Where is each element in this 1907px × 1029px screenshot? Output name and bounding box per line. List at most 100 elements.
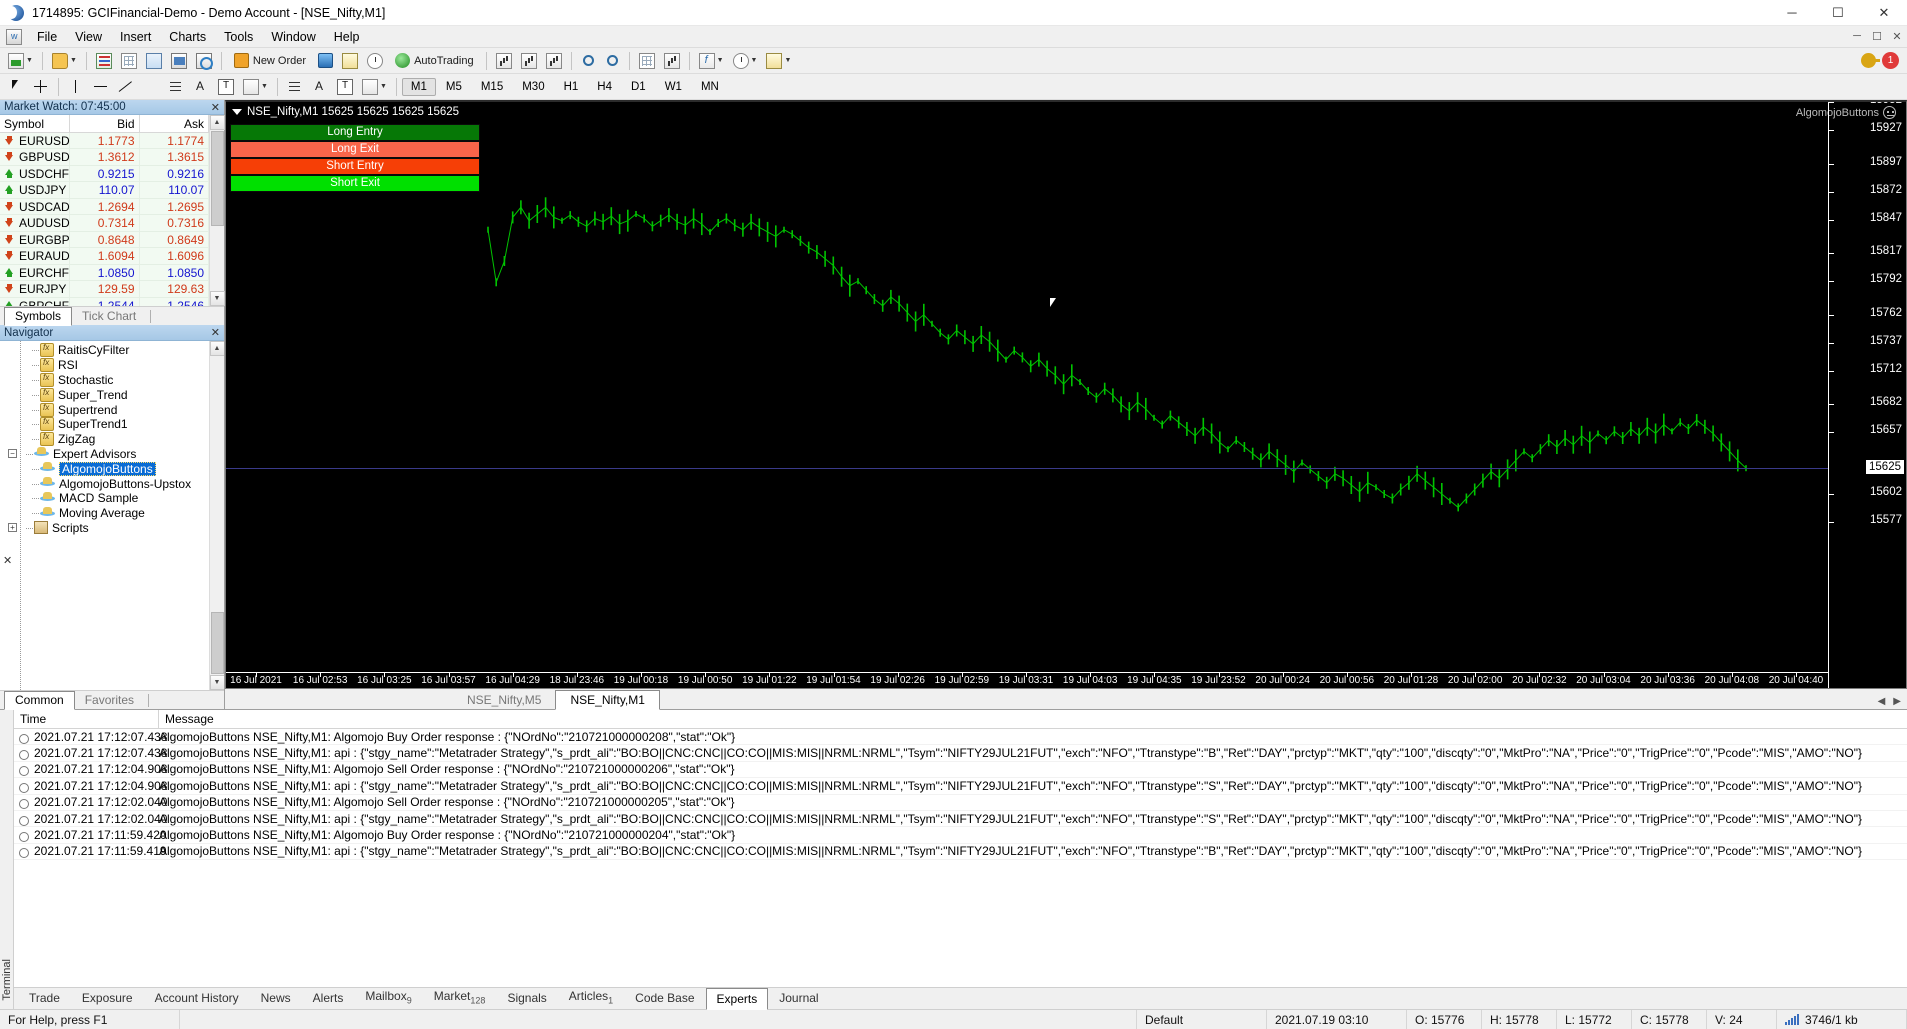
templates-button[interactable]: ▼ <box>762 50 795 72</box>
symbol-cell[interactable]: USDJPY <box>0 181 70 199</box>
crosshair-button[interactable] <box>29 76 53 98</box>
tree-item[interactable]: MACD Sample <box>0 491 209 506</box>
vertical-line-button[interactable] <box>64 76 88 98</box>
table-row[interactable]: GBPCHF 1.2544 1.2546 <box>0 297 209 306</box>
auto-scroll-button[interactable] <box>635 50 659 72</box>
market-watch-scrollbar[interactable]: ▲ ▼ <box>209 115 225 306</box>
column-header-bid[interactable]: Bid <box>69 115 140 133</box>
tree-item[interactable]: SuperTrend1 <box>0 417 209 432</box>
symbol-cell[interactable]: EURAUD <box>0 247 70 265</box>
menu-item-help[interactable]: Help <box>325 28 369 46</box>
metaeditor-button[interactable] <box>314 50 337 72</box>
tree-item[interactable]: AlgomojoButtons-Upstox <box>0 476 209 491</box>
log-row[interactable]: 2021.07.21 17:11:59.420 AlgomojoButtons N… <box>14 827 1907 844</box>
terminal-tab-account-history[interactable]: Account History <box>144 987 250 1009</box>
tree-item[interactable]: Stochastic <box>0 372 209 388</box>
data-window-button[interactable] <box>117 50 141 72</box>
tree-expander[interactable]: − <box>8 449 17 459</box>
autotrading-button[interactable]: AutoTrading <box>388 50 481 72</box>
tree-item[interactable]: Moving Average <box>0 506 209 521</box>
menu-item-view[interactable]: View <box>66 28 111 46</box>
table-row[interactable]: USDJPY 110.07 110.07 <box>0 181 209 199</box>
symbol-cell[interactable]: EURUSD <box>0 132 70 150</box>
mdi-close-button[interactable]: ✕ <box>1887 30 1907 43</box>
object-props-button[interactable]: ▼ <box>358 76 391 98</box>
symbol-cell[interactable]: EURJPY <box>0 280 70 298</box>
mdi-maximize-button[interactable]: ☐ <box>1867 30 1887 43</box>
new-order-button[interactable]: New Order <box>227 50 313 72</box>
table-row[interactable]: EURJPY 129.59 129.63 <box>0 280 209 298</box>
symbol-cell[interactable]: USDCHF <box>0 165 70 183</box>
menu-item-window[interactable]: Window <box>262 28 324 46</box>
candlestick-chart-button[interactable] <box>517 50 541 72</box>
symbol-cell[interactable]: EURGBP <box>0 231 70 249</box>
scroll-down-icon[interactable]: ▼ <box>209 675 224 690</box>
text-button[interactable] <box>189 76 213 98</box>
chart-tab-m5[interactable]: NSE_Nifty,M5 <box>453 691 555 709</box>
text-format-button[interactable] <box>308 76 332 98</box>
column-header-symbol[interactable]: Symbol <box>0 115 70 133</box>
time-axis[interactable]: 16 Jul 2021 16 Jul 02:53 16 Jul 03:25 16 Ju… <box>226 672 1828 688</box>
symbol-cell[interactable]: AUDUSD <box>0 214 70 232</box>
fibonacci-button[interactable] <box>164 76 188 98</box>
expert-properties-button[interactable] <box>338 50 362 72</box>
alert-badge[interactable]: 1 <box>1882 52 1899 69</box>
table-row[interactable]: EURGBP 0.8648 0.8649 <box>0 231 209 249</box>
log-row[interactable]: 2021.07.21 17:12:02.040 AlgomojoButtons N… <box>14 811 1907 828</box>
table-row[interactable]: USDCAD 1.2694 1.2695 <box>0 198 209 216</box>
profiles-button[interactable]: ▼ <box>48 50 81 72</box>
scroll-up-icon[interactable]: ▲ <box>209 115 225 131</box>
navigator-close-icon[interactable]: ✕ <box>211 326 220 339</box>
tree-group-scripts[interactable]: + Scripts <box>0 521 209 536</box>
table-row[interactable]: EURUSD 1.1773 1.1774 <box>0 132 209 150</box>
next-tab-icon[interactable]: ▶ <box>1893 696 1901 707</box>
minimize-button[interactable]: ─ <box>1769 0 1815 26</box>
menu-item-charts[interactable]: Charts <box>160 28 215 46</box>
market-watch-close-icon[interactable]: ✕ <box>211 101 220 114</box>
scrollbar-thumb[interactable] <box>210 131 224 227</box>
terminal-button[interactable] <box>167 50 191 72</box>
trendline-button[interactable] <box>114 76 138 98</box>
bar-chart-button[interactable] <box>492 50 516 72</box>
new-chart-button[interactable]: ▼ <box>4 50 37 72</box>
navigator-button[interactable] <box>142 50 166 72</box>
table-row[interactable]: AUDUSD 0.7314 0.7316 <box>0 214 209 232</box>
cursor-button[interactable] <box>4 76 28 98</box>
horizontal-line-button[interactable] <box>89 76 113 98</box>
tab-favorites[interactable]: Favorites <box>75 692 144 709</box>
timeframe-mn[interactable]: MN <box>692 78 728 96</box>
terminal-tab-experts[interactable]: Experts <box>705 988 769 1010</box>
log-row[interactable]: 2021.07.21 17:12:07.438 AlgomojoButtons N… <box>14 745 1907 762</box>
key-icon[interactable] <box>1861 53 1880 68</box>
tab-symbols[interactable]: Symbols <box>4 307 73 326</box>
timeframe-h4[interactable]: H4 <box>588 78 621 96</box>
timeframe-w1[interactable]: W1 <box>656 78 691 96</box>
status-profile[interactable]: Default <box>1137 1009 1267 1029</box>
tree-item[interactable]: RSI <box>0 358 209 373</box>
menu-item-tools[interactable]: Tools <box>215 28 262 46</box>
log-row[interactable]: 2021.07.21 17:11:59.419 AlgomojoButtons N… <box>14 844 1907 861</box>
terminal-tab-articles[interactable]: Articles1 <box>558 985 624 1009</box>
mql-community-button[interactable] <box>363 50 387 72</box>
timeframe-m30[interactable]: M30 <box>513 78 553 96</box>
column-header-time[interactable]: Time <box>14 710 159 728</box>
terminal-tab-trade[interactable]: Trade <box>18 987 71 1009</box>
menu-item-insert[interactable]: Insert <box>111 28 160 46</box>
table-row[interactable]: EURAUD 1.6094 1.6096 <box>0 247 209 265</box>
text-label-button[interactable] <box>214 76 238 98</box>
equidistant-channel-button[interactable] <box>139 76 163 98</box>
market-watch-button[interactable] <box>92 50 116 72</box>
terminal-tab-signals[interactable]: Signals <box>496 987 557 1009</box>
arrows-button[interactable]: ▼ <box>239 76 272 98</box>
maximize-button[interactable]: ☐ <box>1815 0 1861 26</box>
log-row[interactable]: 2021.07.21 17:12:02.040 AlgomojoButtons N… <box>14 795 1907 811</box>
scrollbar-thumb[interactable] <box>210 612 224 674</box>
tree-item-selected[interactable]: AlgomojoButtons <box>0 461 209 476</box>
log-row[interactable]: 2021.07.21 17:12:04.908 AlgomojoButtons N… <box>14 778 1907 795</box>
symbol-cell[interactable]: GBPCHF <box>0 297 70 306</box>
prev-tab-icon[interactable]: ◀ <box>1878 696 1886 707</box>
terminal-tab-mailbox[interactable]: Mailbox9 <box>354 985 422 1009</box>
terminal-tab-code-base[interactable]: Code Base <box>624 987 705 1009</box>
table-row[interactable]: GBPUSD 1.3612 1.3615 <box>0 148 209 166</box>
periods-button[interactable]: ▼ <box>729 50 762 72</box>
